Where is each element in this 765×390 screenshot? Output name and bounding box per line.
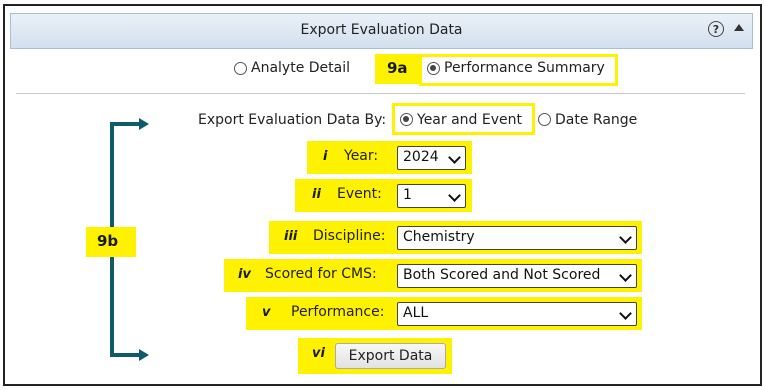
scored-cms-label: Scored for CMS:	[265, 266, 377, 282]
chevron-down-icon	[448, 189, 461, 202]
chevron-down-icon	[619, 231, 632, 244]
radio-year-and-event[interactable]	[400, 113, 413, 126]
year-label: Year:	[344, 148, 379, 164]
discipline-select[interactable]: Chemistry	[397, 226, 637, 250]
discipline-value: Chemistry	[403, 229, 475, 245]
callout-9b-label: 9b	[97, 232, 119, 250]
marker-i: i	[323, 149, 328, 164]
year-and-event-label[interactable]: Year and Event	[417, 112, 522, 128]
collapse-icon[interactable]	[734, 24, 744, 31]
export-by-label: Export Evaluation Data By:	[198, 112, 387, 128]
export-data-button[interactable]: Export Data	[335, 343, 446, 369]
chevron-down-icon	[619, 307, 632, 320]
chevron-down-icon	[448, 151, 461, 164]
year-value: 2024	[403, 149, 439, 165]
marker-v: v	[262, 305, 271, 320]
panel-header: Export Evaluation Data ?	[10, 13, 753, 49]
marker-iv: iv	[238, 267, 251, 282]
event-label: Event:	[337, 186, 382, 202]
discipline-label: Discipline:	[313, 228, 386, 244]
chevron-down-icon	[619, 269, 632, 282]
scored-cms-select[interactable]: Both Scored and Not Scored	[397, 264, 637, 288]
radio-analyte-detail[interactable]	[234, 62, 247, 75]
scored-cms-value: Both Scored and Not Scored	[403, 267, 601, 283]
event-value: 1	[403, 187, 412, 203]
performance-summary-label[interactable]: Performance Summary	[444, 60, 605, 76]
bracket-arrow-bottom	[139, 349, 149, 361]
analyte-detail-label[interactable]: Analyte Detail	[251, 60, 350, 76]
date-range-label[interactable]: Date Range	[555, 112, 637, 128]
help-icon[interactable]: ?	[708, 21, 724, 37]
performance-select[interactable]: ALL	[397, 302, 637, 326]
bracket-line-top	[110, 122, 140, 126]
bracket-line-bottom	[110, 353, 140, 357]
performance-label: Performance:	[291, 304, 385, 320]
bracket-arrow-top	[139, 118, 149, 130]
marker-iii: iii	[284, 229, 298, 244]
marker-ii: ii	[312, 187, 321, 202]
radio-performance-summary[interactable]	[427, 62, 440, 75]
callout-9a-label: 9a	[387, 59, 408, 77]
performance-value: ALL	[403, 305, 429, 321]
year-select[interactable]: 2024	[397, 146, 466, 170]
marker-vi: vi	[312, 346, 325, 361]
section-divider	[16, 93, 745, 94]
event-select[interactable]: 1	[397, 184, 466, 208]
radio-date-range[interactable]	[538, 113, 551, 126]
panel-title: Export Evaluation Data	[300, 22, 463, 38]
